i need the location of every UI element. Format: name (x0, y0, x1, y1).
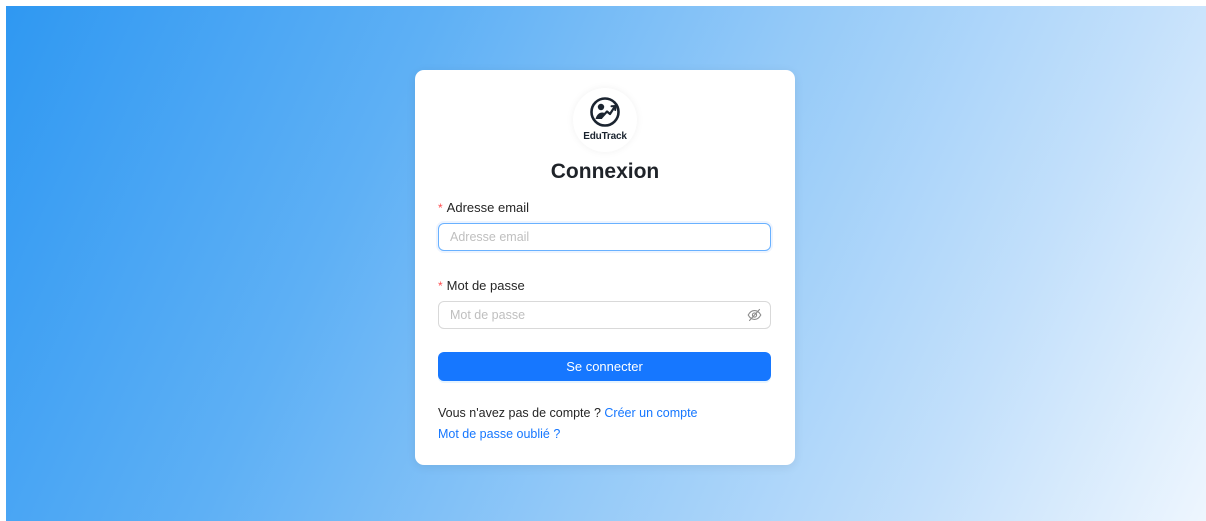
password-field (438, 301, 771, 329)
app-name: EduTrack (583, 131, 627, 142)
password-input[interactable] (438, 301, 771, 329)
password-label: * Mot de passe (438, 278, 525, 293)
login-button[interactable]: Se connecter (438, 352, 771, 381)
no-account-text: Vous n'avez pas de compte ? (438, 406, 601, 420)
app-logo: EduTrack (573, 88, 637, 152)
password-label-text: Mot de passe (446, 278, 525, 293)
page-title: Connexion (550, 160, 660, 183)
forgot-password-link[interactable]: Mot de passe oublié ? (438, 427, 560, 441)
graduate-chart-icon (590, 97, 620, 127)
forgot-password-container: Mot de passe oublié ? (438, 427, 560, 441)
create-account-link[interactable]: Créer un compte (604, 406, 697, 420)
login-card: EduTrack Connexion *Adresse email *Mot d… (415, 70, 795, 465)
signup-prompt: Vous n'avez pas de compte ? Créer un com… (438, 406, 698, 420)
eye-invisible-icon[interactable] (747, 308, 762, 322)
email-label: * Adresse email (438, 200, 529, 215)
required-asterisk: * (438, 201, 443, 215)
required-asterisk: * (438, 279, 443, 293)
email-input[interactable] (438, 223, 771, 251)
email-label-text: Adresse email (446, 200, 530, 215)
